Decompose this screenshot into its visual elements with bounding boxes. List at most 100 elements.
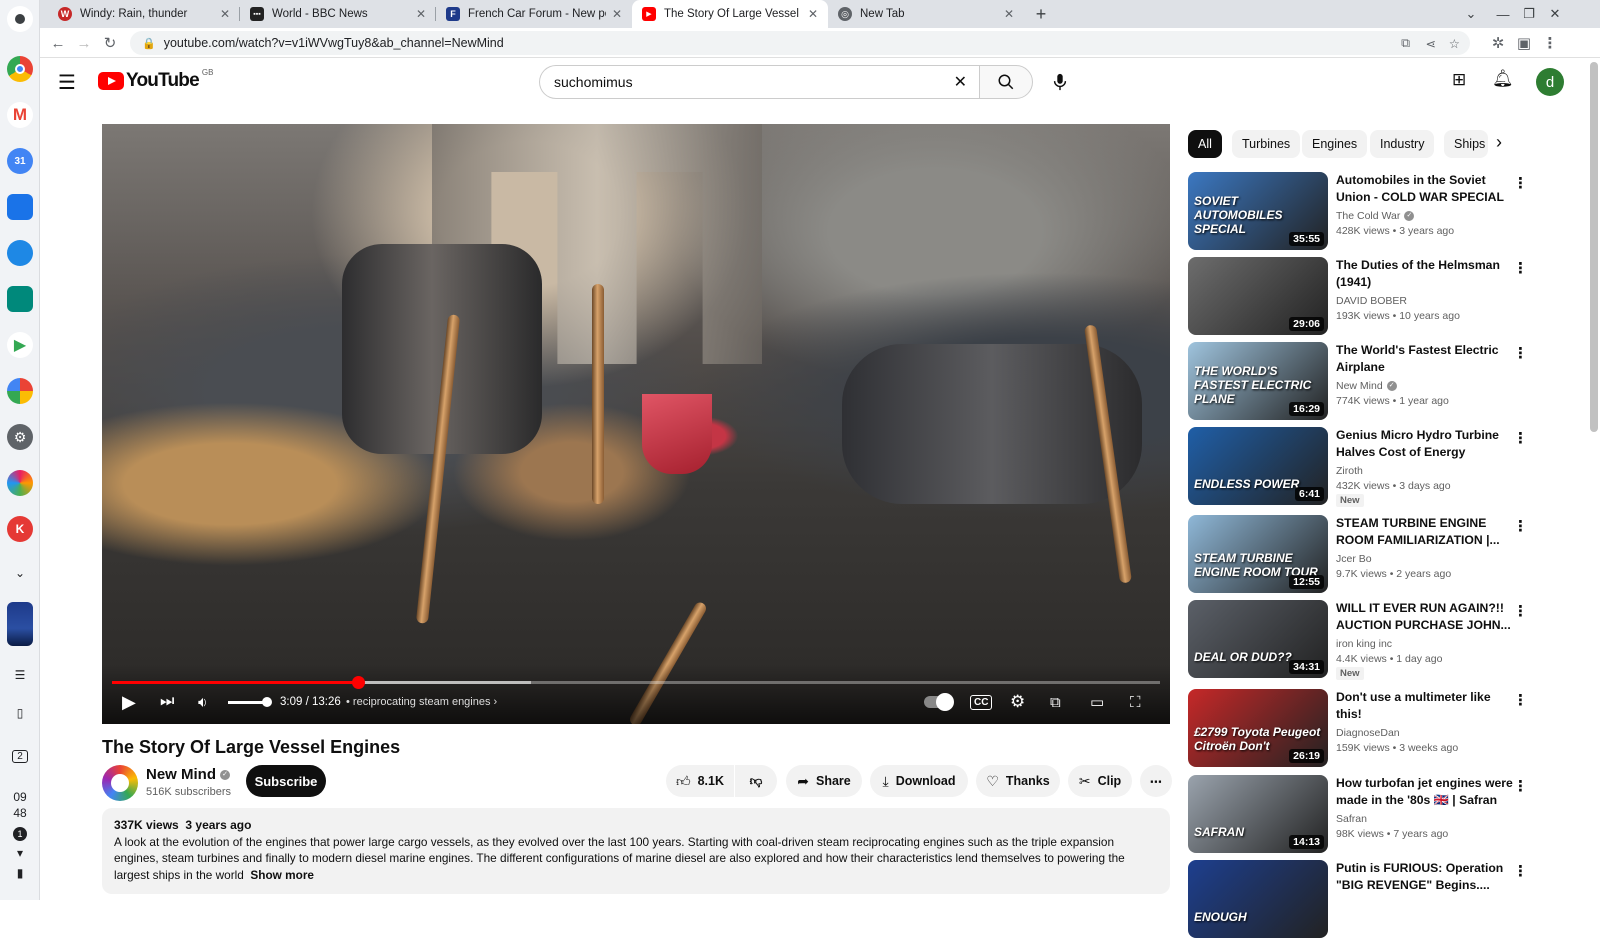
recommended-video[interactable]: £2799 Toyota Peugeot Citroën Don't 26:19 D…: [1188, 689, 1528, 767]
video-title[interactable]: Automobiles in the Soviet Union - COLD W…: [1336, 172, 1514, 206]
video-thumbnail[interactable]: ENDLESS POWER 6:41: [1188, 427, 1328, 505]
chevron-down-icon[interactable]: ⌄: [0, 566, 40, 580]
more-vertical-icon[interactable]: ⋮: [1513, 344, 1528, 362]
volume-slider[interactable]: [228, 690, 272, 714]
tab-new-tab[interactable]: ◎ New Tab ✕: [828, 0, 1024, 28]
more-vertical-icon[interactable]: ⋮: [1513, 862, 1528, 880]
recommended-video[interactable]: DEAL OR DUD?? 34:31 WILL IT EVER RUN AGAIN…: [1188, 600, 1528, 680]
close-tab-icon[interactable]: ✕: [416, 7, 426, 21]
minimize-icon[interactable]: —: [1490, 0, 1516, 28]
clock-hours[interactable]: 09: [0, 790, 40, 804]
video-thumbnail[interactable]: ENOUGH: [1188, 860, 1328, 938]
notifications-bell-icon[interactable]: 🔔︎: [1492, 69, 1514, 89]
video-thumbnail[interactable]: STEAM TURBINE ENGINE ROOM TOUR 12:55: [1188, 515, 1328, 593]
video-title[interactable]: Don't use a multimeter like this!: [1336, 689, 1514, 723]
autoplay-toggle[interactable]: [924, 690, 954, 714]
more-vertical-icon[interactable]: ⋮: [1513, 174, 1528, 192]
chips-next-chevron-icon[interactable]: ›: [1496, 132, 1502, 153]
channel-name[interactable]: New Mind ✓: [146, 766, 230, 783]
files-icon[interactable]: [7, 194, 33, 220]
play-store-icon[interactable]: ▶: [7, 332, 33, 358]
mute-button[interactable]: 🔉︎: [198, 690, 207, 714]
video-thumbnail[interactable]: £2799 Toyota Peugeot Citroën Don't 26:19: [1188, 689, 1328, 767]
chapter-button[interactable]: • reciprocating steam engines ›: [346, 690, 497, 714]
recommended-video[interactable]: 29:06 The Duties of the Helmsman (1941) DA…: [1188, 257, 1528, 335]
recommended-video[interactable]: SAFRAN 14:13 How turbofan jet engines were…: [1188, 775, 1528, 853]
clear-search-icon[interactable]: ✕: [954, 72, 967, 92]
tab-youtube-video[interactable]: ▶ The Story Of Large Vessel Engin ✕: [632, 0, 828, 28]
progress-bar[interactable]: [112, 676, 1160, 689]
tab-windy[interactable]: W Windy: Rain, thunder ✕: [48, 0, 240, 28]
recommended-video[interactable]: THE WORLD'S FASTEST ELECTRIC PLANE 16:29 T…: [1188, 342, 1528, 420]
search-input[interactable]: suchomimus ✕: [539, 65, 979, 99]
theater-mode-icon[interactable]: ▭: [1090, 690, 1104, 714]
more-vertical-icon[interactable]: ⋮: [1513, 429, 1528, 447]
tab-french-car-forum[interactable]: F French Car Forum - New posts ✕: [436, 0, 632, 28]
hamburger-menu-icon[interactable]: ☰: [58, 70, 76, 95]
channel-name[interactable]: Ziroth: [1336, 465, 1363, 477]
video-title[interactable]: WILL IT EVER RUN AGAIN?!! AUCTION PURCHA…: [1336, 600, 1514, 634]
back-icon[interactable]: ←: [46, 31, 70, 55]
dislike-button[interactable]: 👎︎: [735, 765, 777, 797]
search-button[interactable]: [979, 65, 1033, 99]
subtitles-icon[interactable]: CC: [970, 690, 993, 714]
close-window-icon[interactable]: ✕: [1542, 0, 1568, 28]
volume-knob[interactable]: [262, 697, 272, 707]
meet-icon[interactable]: [7, 286, 33, 312]
extensions-icon[interactable]: ✲: [1486, 31, 1510, 55]
chrome-menu-icon[interactable]: ⋮: [1538, 31, 1562, 55]
recommended-video[interactable]: ENDLESS POWER 6:41 Genius Micro Hydro Turb…: [1188, 427, 1528, 507]
chat-icon[interactable]: [7, 240, 33, 266]
channel-name[interactable]: DiagnoseDan: [1336, 727, 1400, 739]
restore-icon[interactable]: ❐: [1516, 0, 1542, 28]
more-actions-button[interactable]: ⋯: [1140, 765, 1172, 797]
like-button[interactable]: 👍︎ 8.1K: [666, 765, 734, 797]
chip-turbines[interactable]: Turbines: [1232, 130, 1301, 158]
chip-ships[interactable]: Ships: [1444, 130, 1488, 158]
show-more-button[interactable]: Show more: [250, 868, 314, 882]
subscribe-button[interactable]: Subscribe: [246, 765, 326, 797]
fullscreen-icon[interactable]: ⛶: [1130, 690, 1141, 714]
recommended-video[interactable]: STEAM TURBINE ENGINE ROOM TOUR 12:55 STEAM…: [1188, 515, 1528, 593]
open-in-app-icon[interactable]: ⧉: [1401, 36, 1410, 51]
video-thumbnail[interactable]: 29:06: [1188, 257, 1328, 335]
channel-name[interactable]: iron king inc: [1336, 638, 1392, 650]
playlist-icon[interactable]: ☰: [0, 668, 40, 682]
video-title[interactable]: The Duties of the Helmsman (1941): [1336, 257, 1514, 291]
play-button[interactable]: ▶: [122, 690, 136, 714]
account-avatar[interactable]: d: [1536, 68, 1564, 96]
tab-search-icon[interactable]: ⌄: [1458, 0, 1484, 28]
video-title[interactable]: Genius Micro Hydro Turbine Halves Cost o…: [1336, 427, 1514, 461]
description-box[interactable]: 337K views 3 years ago A look at the evo…: [102, 808, 1170, 894]
video-title[interactable]: How turbofan jet engines were made in th…: [1336, 775, 1514, 809]
youtube-logo[interactable]: YouTube GB: [98, 68, 213, 92]
address-bar[interactable]: 🔒 youtube.com/watch?v=v1iWVwgTuy8&ab_cha…: [130, 31, 1470, 55]
video-thumbnail[interactable]: SOVIET AUTOMOBILES SPECIAL 35:55: [1188, 172, 1328, 250]
train-app-icon[interactable]: [7, 602, 33, 646]
bookmark-star-icon[interactable]: ☆: [1449, 36, 1460, 51]
site-info-icon[interactable]: 🔒: [142, 37, 156, 50]
close-tab-icon[interactable]: ✕: [612, 7, 622, 21]
tab-bbc[interactable]: ▪▪▪ World - BBC News ✕: [240, 0, 436, 28]
video-title[interactable]: The World's Fastest Electric Airplane: [1336, 342, 1514, 376]
channel-name[interactable]: Jcer Bo: [1336, 553, 1372, 565]
recommended-video[interactable]: ENOUGH Putin is FURIOUS: Operation "BIG R…: [1188, 860, 1528, 938]
launcher-icon[interactable]: [7, 6, 33, 32]
k-app-icon[interactable]: K: [7, 516, 33, 542]
gmail-icon[interactable]: M: [7, 102, 33, 128]
video-thumbnail[interactable]: THE WORLD'S FASTEST ELECTRIC PLANE 16:29: [1188, 342, 1328, 420]
forward-icon[interactable]: →: [72, 31, 96, 55]
voice-search-button[interactable]: [1044, 66, 1076, 98]
battery-icon[interactable]: ▮: [0, 866, 40, 880]
video-title[interactable]: Putin is FURIOUS: Operation "BIG REVENGE…: [1336, 860, 1514, 894]
calendar-icon[interactable]: 31: [7, 148, 33, 174]
more-vertical-icon[interactable]: ⋮: [1513, 602, 1528, 620]
reload-icon[interactable]: ↻: [98, 31, 122, 55]
chip-all[interactable]: All: [1188, 130, 1222, 158]
channel-name[interactable]: Safran: [1336, 813, 1367, 825]
photos-icon[interactable]: [7, 378, 33, 404]
thanks-button[interactable]: ♡ Thanks: [976, 765, 1060, 797]
clock-minutes[interactable]: 48: [0, 806, 40, 820]
video-player[interactable]: ▶ ⏭ 🔉︎ 3:09 / 13:26 • reciprocating stea…: [102, 124, 1170, 724]
side-panel-icon[interactable]: ▣: [1512, 31, 1536, 55]
